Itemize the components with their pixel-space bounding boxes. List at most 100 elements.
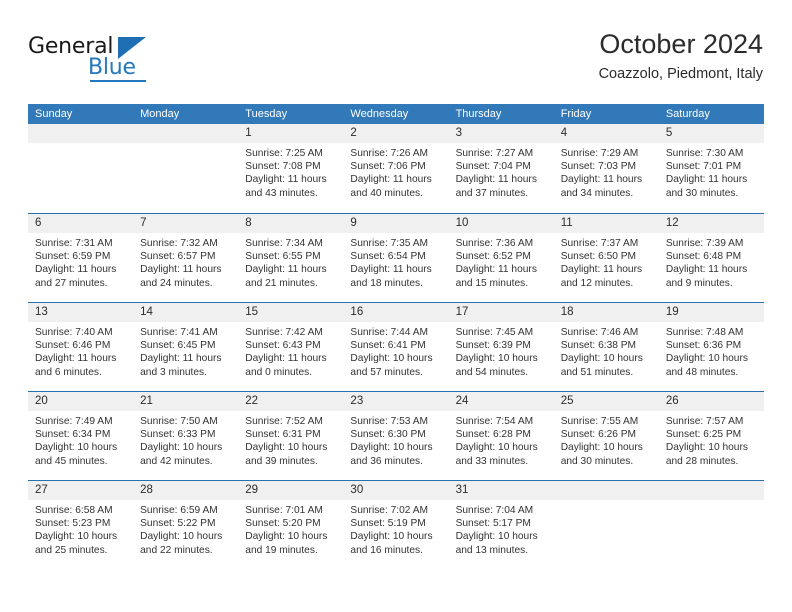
sunset-text: Sunset: 6:25 PM bbox=[665, 429, 742, 441]
sunrise-text: Sunrise: 7:37 AM bbox=[560, 238, 639, 249]
day-number: 26 bbox=[665, 395, 679, 407]
day-cell[interactable]: 31 Sunrise: 7:04 AM Sunset: 5:17 PM Dayligh… bbox=[448, 481, 554, 569]
day-number: 21 bbox=[140, 395, 153, 407]
day-number-band: 10 bbox=[448, 214, 554, 233]
day-cell[interactable]: 24 Sunrise: 7:54 AM Sunset: 6:28 PM Dayligh… bbox=[448, 392, 554, 480]
day-details: Sunrise: 7:35 AM Sunset: 6:54 PM Daylight:… bbox=[343, 233, 448, 290]
day-number: 2 bbox=[350, 127, 357, 139]
day-number-band: 22 bbox=[238, 392, 344, 411]
daylight-text-line1: Daylight: 11 hours bbox=[560, 174, 643, 186]
day-cell[interactable]: 11 Sunrise: 7:37 AM Sunset: 6:50 PM Dayligh… bbox=[553, 214, 659, 302]
day-cell[interactable]: 28 Sunrise: 6:59 AM Sunset: 5:22 PM Dayligh… bbox=[133, 481, 239, 569]
day-number-band bbox=[658, 481, 764, 500]
daylight-text-line2: and 51 minutes. bbox=[560, 366, 634, 378]
day-cell[interactable]: 21 Sunrise: 7:50 AM Sunset: 6:33 PM Dayligh… bbox=[133, 392, 239, 480]
day-cell[interactable]: 5 Sunrise: 7:30 AM Sunset: 7:01 PM Daylight… bbox=[658, 124, 764, 213]
day-cell[interactable]: 6 Sunrise: 7:31 AM Sunset: 6:59 PM Daylight… bbox=[28, 214, 134, 302]
sunrise-text: Sunrise: 7:53 AM bbox=[350, 416, 429, 427]
day-number: 28 bbox=[140, 484, 153, 496]
day-number-band: 6 bbox=[28, 214, 134, 233]
sunrise-text: Sunrise: 7:49 AM bbox=[35, 416, 113, 427]
daylight-text-line1: Daylight: 10 hours bbox=[35, 531, 118, 543]
daylight-text-line2: and 12 minutes. bbox=[560, 277, 634, 289]
day-number-band: 23 bbox=[343, 392, 449, 411]
day-details: Sunrise: 6:59 AM Sunset: 5:22 PM Daylight:… bbox=[133, 500, 238, 557]
weekday-header-friday: Friday bbox=[560, 108, 592, 120]
day-number-band: 18 bbox=[553, 303, 659, 322]
weekday-header-wednesday: Wednesday bbox=[350, 108, 409, 120]
weekday-header-tuesday: Tuesday bbox=[245, 108, 288, 120]
day-cell[interactable]: 2 Sunrise: 7:26 AM Sunset: 7:06 PM Daylight… bbox=[343, 124, 449, 213]
sunrise-text: Sunrise: 7:55 AM bbox=[560, 416, 639, 427]
daylight-text-line1: Daylight: 10 hours bbox=[455, 442, 538, 454]
day-cell[interactable]: 29 Sunrise: 7:01 AM Sunset: 5:20 PM Dayligh… bbox=[238, 481, 344, 569]
day-cell[interactable]: 15 Sunrise: 7:42 AM Sunset: 6:43 PM Dayligh… bbox=[238, 303, 344, 391]
daylight-text-line2: and 57 minutes. bbox=[350, 366, 423, 378]
daylight-text-line2: and 16 minutes. bbox=[350, 544, 423, 556]
day-number-band: 20 bbox=[28, 392, 134, 411]
day-number: 11 bbox=[560, 217, 573, 229]
day-cell[interactable]: 17 Sunrise: 7:45 AM Sunset: 6:39 PM Dayligh… bbox=[448, 303, 554, 391]
day-cell[interactable]: 3 Sunrise: 7:27 AM Sunset: 7:04 PM Daylight… bbox=[448, 124, 554, 213]
day-details: Sunrise: 6:58 AM Sunset: 5:23 PM Daylight:… bbox=[28, 500, 133, 557]
day-cell[interactable]: 16 Sunrise: 7:44 AM Sunset: 6:41 PM Dayligh… bbox=[343, 303, 449, 391]
sunset-text: Sunset: 6:31 PM bbox=[245, 429, 321, 441]
sunrise-text: Sunrise: 7:26 AM bbox=[350, 148, 429, 159]
day-cell[interactable]: 10 Sunrise: 7:36 AM Sunset: 6:52 PM Dayligh… bbox=[448, 214, 554, 302]
day-cell[interactable]: 14 Sunrise: 7:41 AM Sunset: 6:45 PM Dayligh… bbox=[133, 303, 239, 391]
day-details: Sunrise: 7:27 AM Sunset: 7:04 PM Daylight:… bbox=[449, 143, 554, 200]
daylight-text-line1: Daylight: 11 hours bbox=[140, 353, 222, 365]
daylight-text-line1: Daylight: 11 hours bbox=[560, 264, 643, 276]
sunrise-text: Sunrise: 7:01 AM bbox=[245, 505, 323, 516]
day-cell[interactable]: 18 Sunrise: 7:46 AM Sunset: 6:38 PM Dayligh… bbox=[553, 303, 659, 391]
day-number-band: 11 bbox=[553, 214, 659, 233]
day-number-band: 14 bbox=[133, 303, 239, 322]
daylight-text-line1: Daylight: 11 hours bbox=[455, 174, 537, 186]
day-cell[interactable]: 7 Sunrise: 7:32 AM Sunset: 6:57 PM Daylight… bbox=[133, 214, 239, 302]
sunset-text: Sunset: 6:55 PM bbox=[245, 251, 321, 263]
daylight-text-line2: and 3 minutes. bbox=[140, 366, 207, 378]
day-cell[interactable]: 4 Sunrise: 7:29 AM Sunset: 7:03 PM Daylight… bbox=[553, 124, 659, 213]
day-number: 22 bbox=[245, 395, 259, 407]
day-cell[interactable]: 20 Sunrise: 7:49 AM Sunset: 6:34 PM Dayligh… bbox=[28, 392, 134, 480]
sunrise-text: Sunrise: 7:04 AM bbox=[455, 505, 534, 516]
sunset-text: Sunset: 7:04 PM bbox=[455, 161, 531, 173]
day-number: 27 bbox=[35, 484, 48, 496]
week-row: 13 Sunrise: 7:40 AM Sunset: 6:46 PM Dayligh… bbox=[28, 302, 764, 391]
day-cell[interactable]: 30 Sunrise: 7:02 AM Sunset: 5:19 PM Dayligh… bbox=[343, 481, 449, 569]
sunrise-text: Sunrise: 7:32 AM bbox=[140, 238, 218, 249]
daylight-text-line2: and 28 minutes. bbox=[665, 455, 739, 467]
day-cell[interactable]: 8 Sunrise: 7:34 AM Sunset: 6:55 PM Daylight… bbox=[238, 214, 344, 302]
sunrise-text: Sunrise: 6:59 AM bbox=[140, 505, 218, 516]
day-cell[interactable]: 1 Sunrise: 7:25 AM Sunset: 7:08 PM Daylight… bbox=[238, 124, 344, 213]
day-cell[interactable]: 27 Sunrise: 6:58 AM Sunset: 5:23 PM Dayligh… bbox=[28, 481, 134, 569]
day-number-band: 9 bbox=[343, 214, 449, 233]
day-number-band: 30 bbox=[343, 481, 449, 500]
day-number: 8 bbox=[245, 217, 252, 229]
day-cell[interactable]: 23 Sunrise: 7:53 AM Sunset: 6:30 PM Dayligh… bbox=[343, 392, 449, 480]
sunrise-text: Sunrise: 6:58 AM bbox=[35, 505, 113, 516]
daylight-text-line2: and 6 minutes. bbox=[35, 366, 102, 378]
daylight-text-line1: Daylight: 11 hours bbox=[35, 353, 117, 365]
day-cell[interactable]: 9 Sunrise: 7:35 AM Sunset: 6:54 PM Daylight… bbox=[343, 214, 449, 302]
day-number: 7 bbox=[140, 217, 147, 229]
day-number-band: 12 bbox=[658, 214, 764, 233]
sunset-text: Sunset: 6:30 PM bbox=[350, 429, 426, 441]
day-cell[interactable]: 13 Sunrise: 7:40 AM Sunset: 6:46 PM Dayligh… bbox=[28, 303, 134, 391]
day-cell[interactable]: 25 Sunrise: 7:55 AM Sunset: 6:26 PM Dayligh… bbox=[553, 392, 659, 480]
daylight-text-line1: Daylight: 11 hours bbox=[35, 264, 117, 276]
day-cell-empty bbox=[658, 481, 764, 569]
day-number-band: 13 bbox=[28, 303, 134, 322]
week-row: 27 Sunrise: 6:58 AM Sunset: 5:23 PM Dayligh… bbox=[28, 480, 764, 569]
day-cell[interactable]: 12 Sunrise: 7:39 AM Sunset: 6:48 PM Dayligh… bbox=[658, 214, 764, 302]
daylight-text-line2: and 22 minutes. bbox=[140, 544, 213, 556]
logo-underline bbox=[90, 80, 146, 82]
day-cell[interactable]: 22 Sunrise: 7:52 AM Sunset: 6:31 PM Dayligh… bbox=[238, 392, 344, 480]
daylight-text-line2: and 18 minutes. bbox=[350, 277, 423, 289]
daylight-text-line2: and 24 minutes. bbox=[140, 277, 213, 289]
day-details: Sunrise: 7:39 AM Sunset: 6:48 PM Daylight:… bbox=[659, 233, 764, 290]
daylight-text-line1: Daylight: 11 hours bbox=[140, 264, 222, 276]
sunrise-text: Sunrise: 7:54 AM bbox=[455, 416, 534, 427]
day-cell[interactable]: 26 Sunrise: 7:57 AM Sunset: 6:25 PM Dayligh… bbox=[658, 392, 764, 480]
day-cell[interactable]: 19 Sunrise: 7:48 AM Sunset: 6:36 PM Dayligh… bbox=[658, 303, 764, 391]
